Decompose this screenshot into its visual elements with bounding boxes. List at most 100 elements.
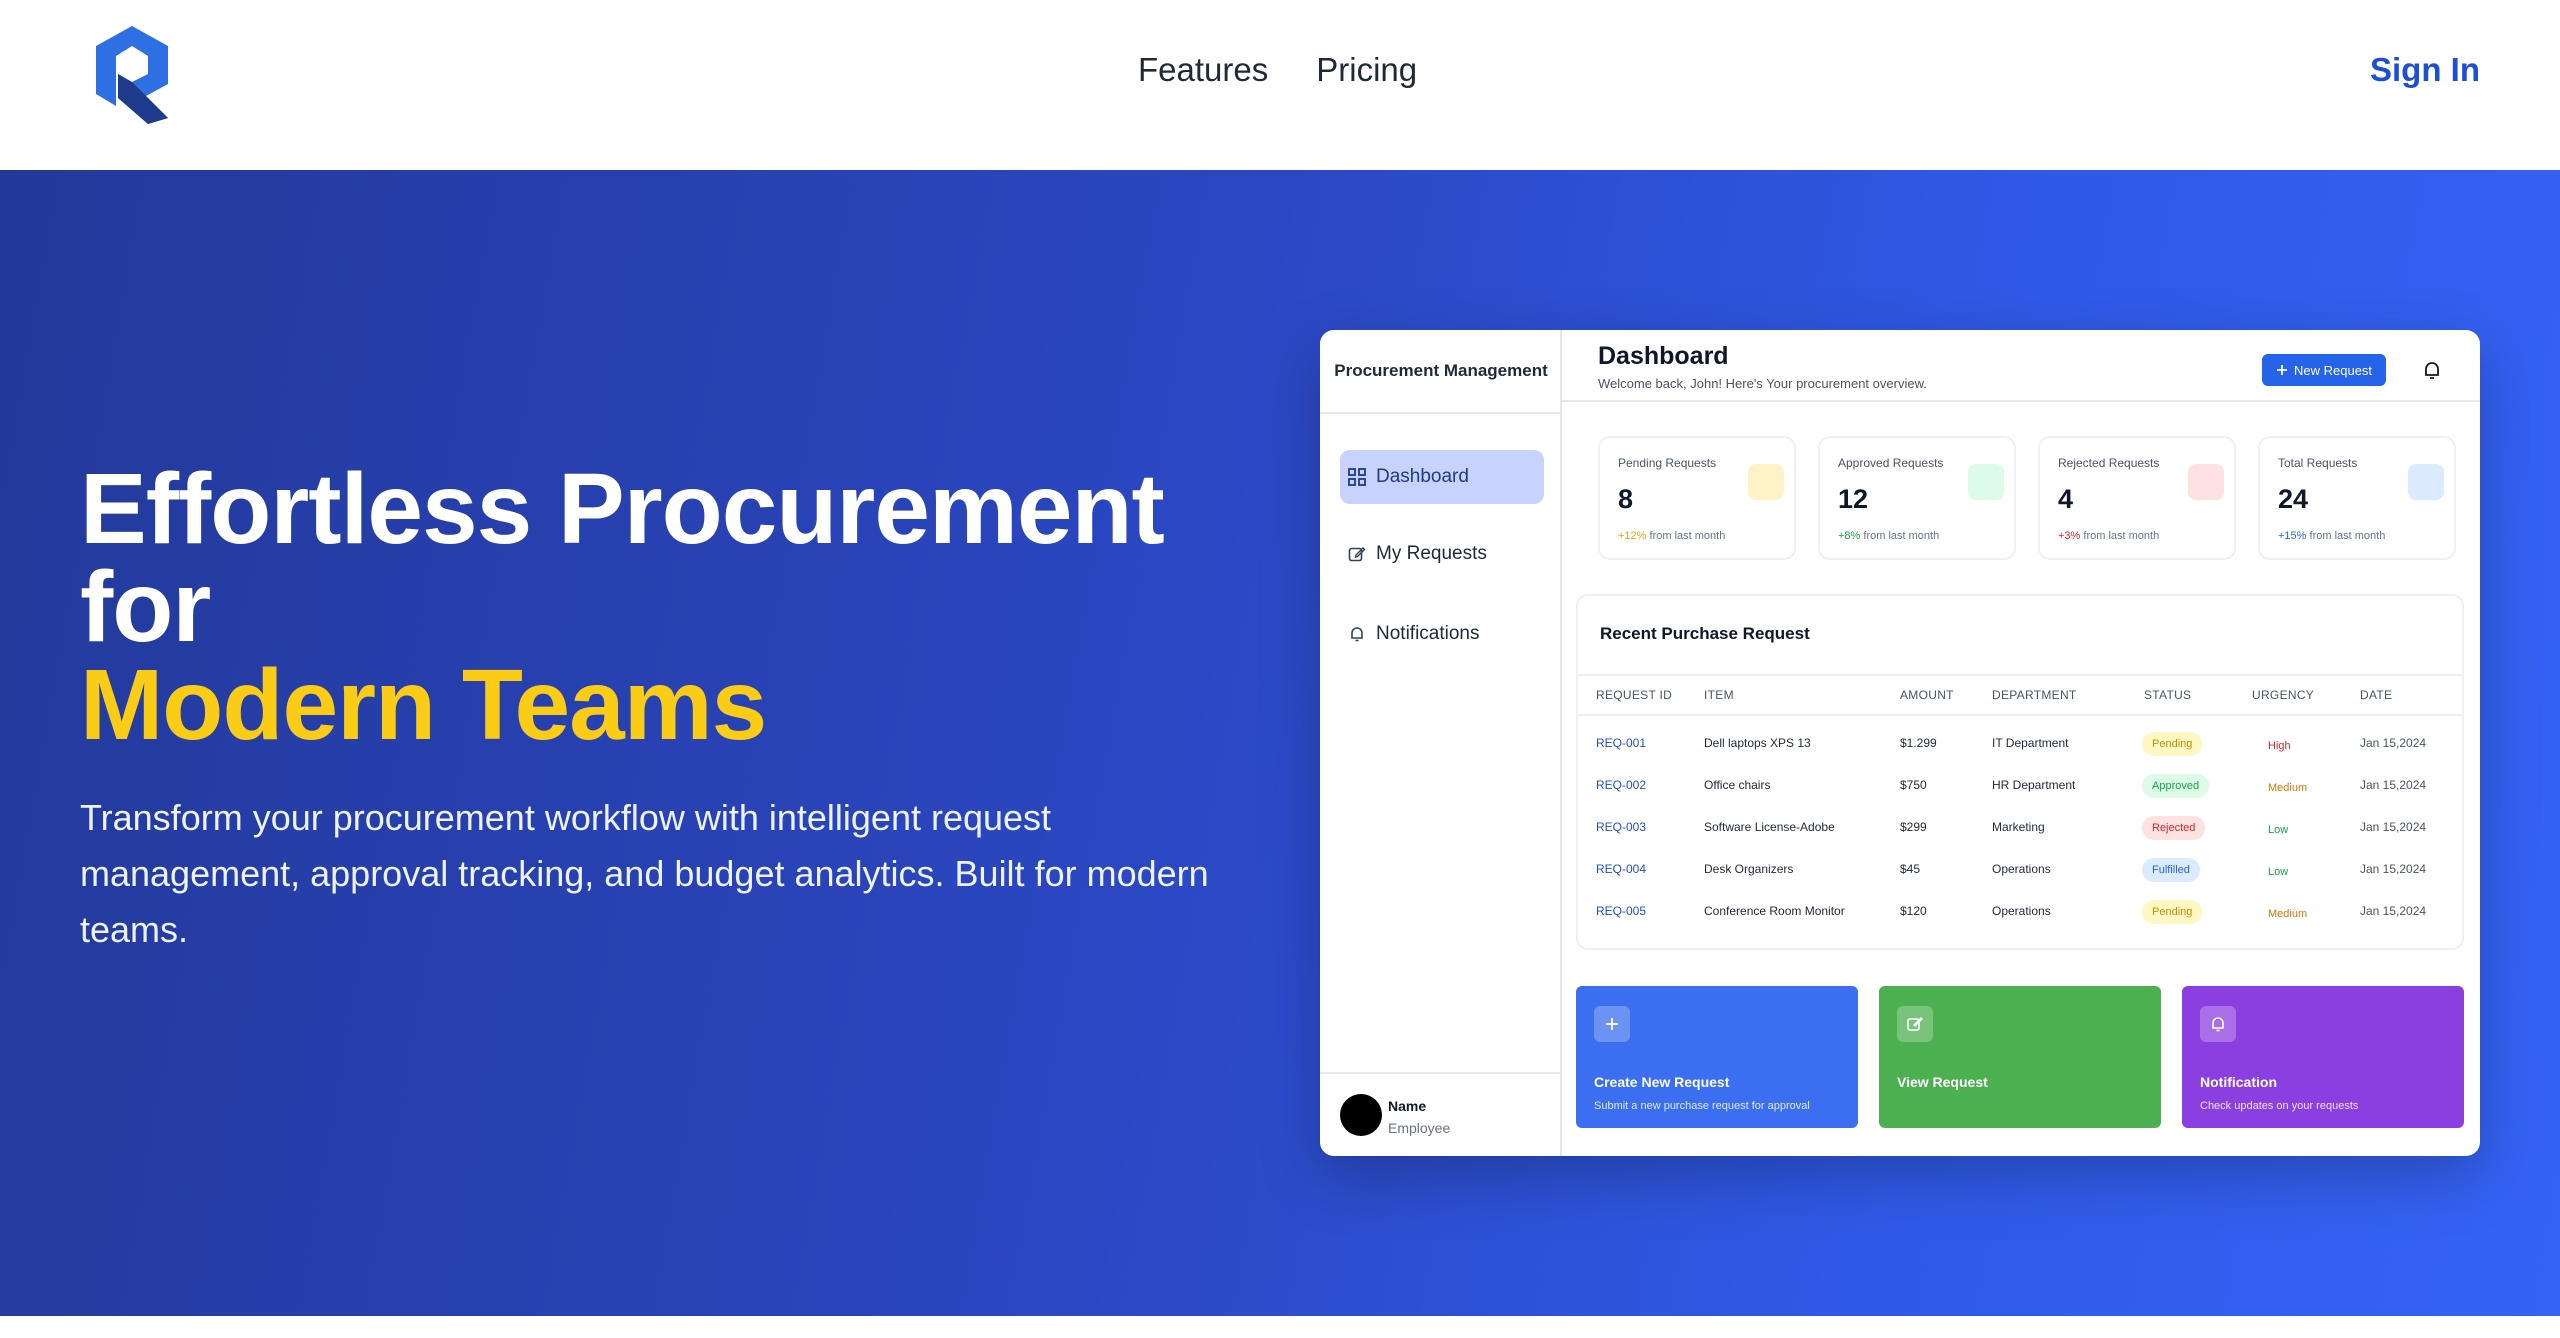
view-request-card[interactable]: View Request [1879,986,2161,1128]
stat-label: Total Requests [2278,456,2358,470]
urgency-label: High [2268,740,2291,752]
bell-icon [2200,1006,2236,1042]
stat-trend: +15% from last month [2278,530,2385,542]
brand-logo-icon[interactable] [96,26,168,124]
department: HR Department [1992,778,2076,792]
mockup-brand: Procurement Management [1320,330,1562,414]
new-request-button[interactable]: New Request [2262,354,2387,386]
create-request-card[interactable]: Create New Request Submit a new purchase … [1576,986,1858,1128]
mockup-sidebar: Procurement Management Dashboard My Requ… [1320,330,1562,1156]
date: Jan 15,2024 [2360,862,2427,876]
page-title: Dashboard [1598,342,1729,370]
plus-icon [1594,1006,1630,1042]
table-column-header: ITEM [1704,688,1734,702]
stat-card: Pending Requests 8 +12% from last month [1598,436,1796,560]
item-name: Desk Organizers [1704,862,1794,876]
stat-trend-percent: +3% [2058,530,2081,542]
item-name: Dell laptops XPS 13 [1704,736,1811,750]
user-profile[interactable]: Name Employee [1320,1072,1562,1156]
nav-link-features[interactable]: Features [1138,48,1268,92]
nav-links: Features Pricing [1138,48,1417,92]
stat-trend-label: from last month [1646,530,1726,542]
table-row[interactable]: REQ-005 Conference Room Monitor $120 Operat… [1578,892,2462,934]
status-badge: Approved [2142,774,2210,798]
stat-trend-percent: +12% [1618,530,1647,542]
new-request-label: New Request [2294,362,2373,378]
item-name: Office chairs [1704,778,1771,792]
stat-indicator [2408,464,2444,500]
request-id[interactable]: REQ-003 [1596,820,1646,834]
sidebar-item-dashboard[interactable]: Dashboard [1340,450,1544,504]
bell-icon[interactable] [2420,358,2444,382]
amount: $299 [1900,820,1927,834]
stat-card: Rejected Requests 4 +3% from last month [2038,436,2236,560]
table-column-header: DATE [2360,688,2393,702]
request-id[interactable]: REQ-001 [1596,736,1646,750]
stat-trend: +12% from last month [1618,530,1725,542]
stat-indicator [1968,464,2004,500]
mockup-header: Dashboard Welcome back, John! Here's You… [1562,330,2480,402]
stat-value: 12 [1838,484,1869,514]
action-title: View Request [1897,1074,1988,1090]
stat-label: Approved Requests [1838,456,1944,470]
sidebar-item-label: Notifications [1376,623,1480,644]
urgency-label: Medium [2268,782,2308,794]
notification-card[interactable]: Notification Check updates on your reques… [2182,986,2464,1128]
stat-value: 4 [2058,484,2074,514]
department: Operations [1992,904,2051,918]
urgency-label: Low [2268,866,2289,878]
nav-link-pricing[interactable]: Pricing [1316,48,1417,92]
sidebar-item-label: My Requests [1376,543,1487,564]
table-title: Recent Purchase Request [1600,624,1810,643]
request-id[interactable]: REQ-004 [1596,862,1646,876]
amount: $1.299 [1900,736,1937,750]
recent-requests-card: Recent Purchase Request REQUEST ID ITEM AM… [1576,594,2464,950]
sidebar-item-my-requests[interactable]: My Requests [1340,527,1544,581]
table-column-header: STATUS [2144,688,2192,702]
stat-label: Rejected Requests [2058,456,2160,470]
avatar [1340,1094,1382,1136]
stat-value: 24 [2278,484,2309,514]
request-id[interactable]: REQ-002 [1596,778,1646,792]
table-header: REQUEST ID ITEM AMOUNT DEPARTMENT STATUS URGE… [1578,674,2462,716]
status-badge: Rejected [2142,816,2206,840]
user-name: Name [1388,1098,1427,1114]
hero-title: Effortless Procurement for Modern Teams [80,459,1230,755]
stat-indicator [2188,464,2224,500]
top-nav: Features Pricing Sign In [0,0,2560,170]
action-title: Notification [2200,1074,2277,1090]
hero-subtitle: Transform your procurement workflow with… [80,797,1209,950]
date: Jan 15,2024 [2360,736,2427,750]
table-column-header: DEPARTMENT [1992,688,2077,702]
urgency-label: Low [2268,824,2289,836]
edit-icon [1897,1006,1933,1042]
table-row[interactable]: REQ-004 Desk Organizers $45 Operations Fulfi… [1578,850,2462,892]
table-row[interactable]: REQ-002 Office chairs $750 HR Department App… [1578,766,2462,808]
stat-trend-label: from last month [2080,530,2160,542]
action-description: Submit a new purchase request for approv… [1594,1100,1810,1112]
sign-in-link[interactable]: Sign In [2370,48,2480,92]
status-badge: Pending [2142,732,2203,756]
stat-trend-percent: +15% [2278,530,2307,542]
table-row[interactable]: REQ-001 Dell laptops XPS 13 $1.299 IT Depar… [1578,724,2462,766]
action-title: Create New Request [1594,1074,1730,1090]
date: Jan 15,2024 [2360,778,2427,792]
table-row[interactable]: REQ-003 Software License-Adobe $299 Marketi… [1578,808,2462,850]
bell-icon [1351,627,1363,642]
table-column-header: URGENCY [2252,688,2315,702]
department: Marketing [1992,820,2045,834]
edit-icon [1348,547,1366,562]
table-column-header: REQUEST ID [1596,688,1673,702]
stat-trend-label: from last month [1860,530,1940,542]
status-badge: Pending [2142,900,2203,924]
sidebar-item-notifications[interactable]: Notifications [1340,607,1544,661]
stat-trend: +8% from last month [1838,530,1939,542]
item-name: Software License-Adobe [1704,820,1835,834]
action-description: Check updates on your requests [2200,1100,2359,1112]
date: Jan 15,2024 [2360,820,2427,834]
table-column-header: AMOUNT [1900,688,1954,702]
amount: $45 [1900,862,1921,876]
urgency-label: Medium [2268,908,2308,920]
request-id[interactable]: REQ-005 [1596,904,1646,918]
grid-icon [1348,468,1366,486]
